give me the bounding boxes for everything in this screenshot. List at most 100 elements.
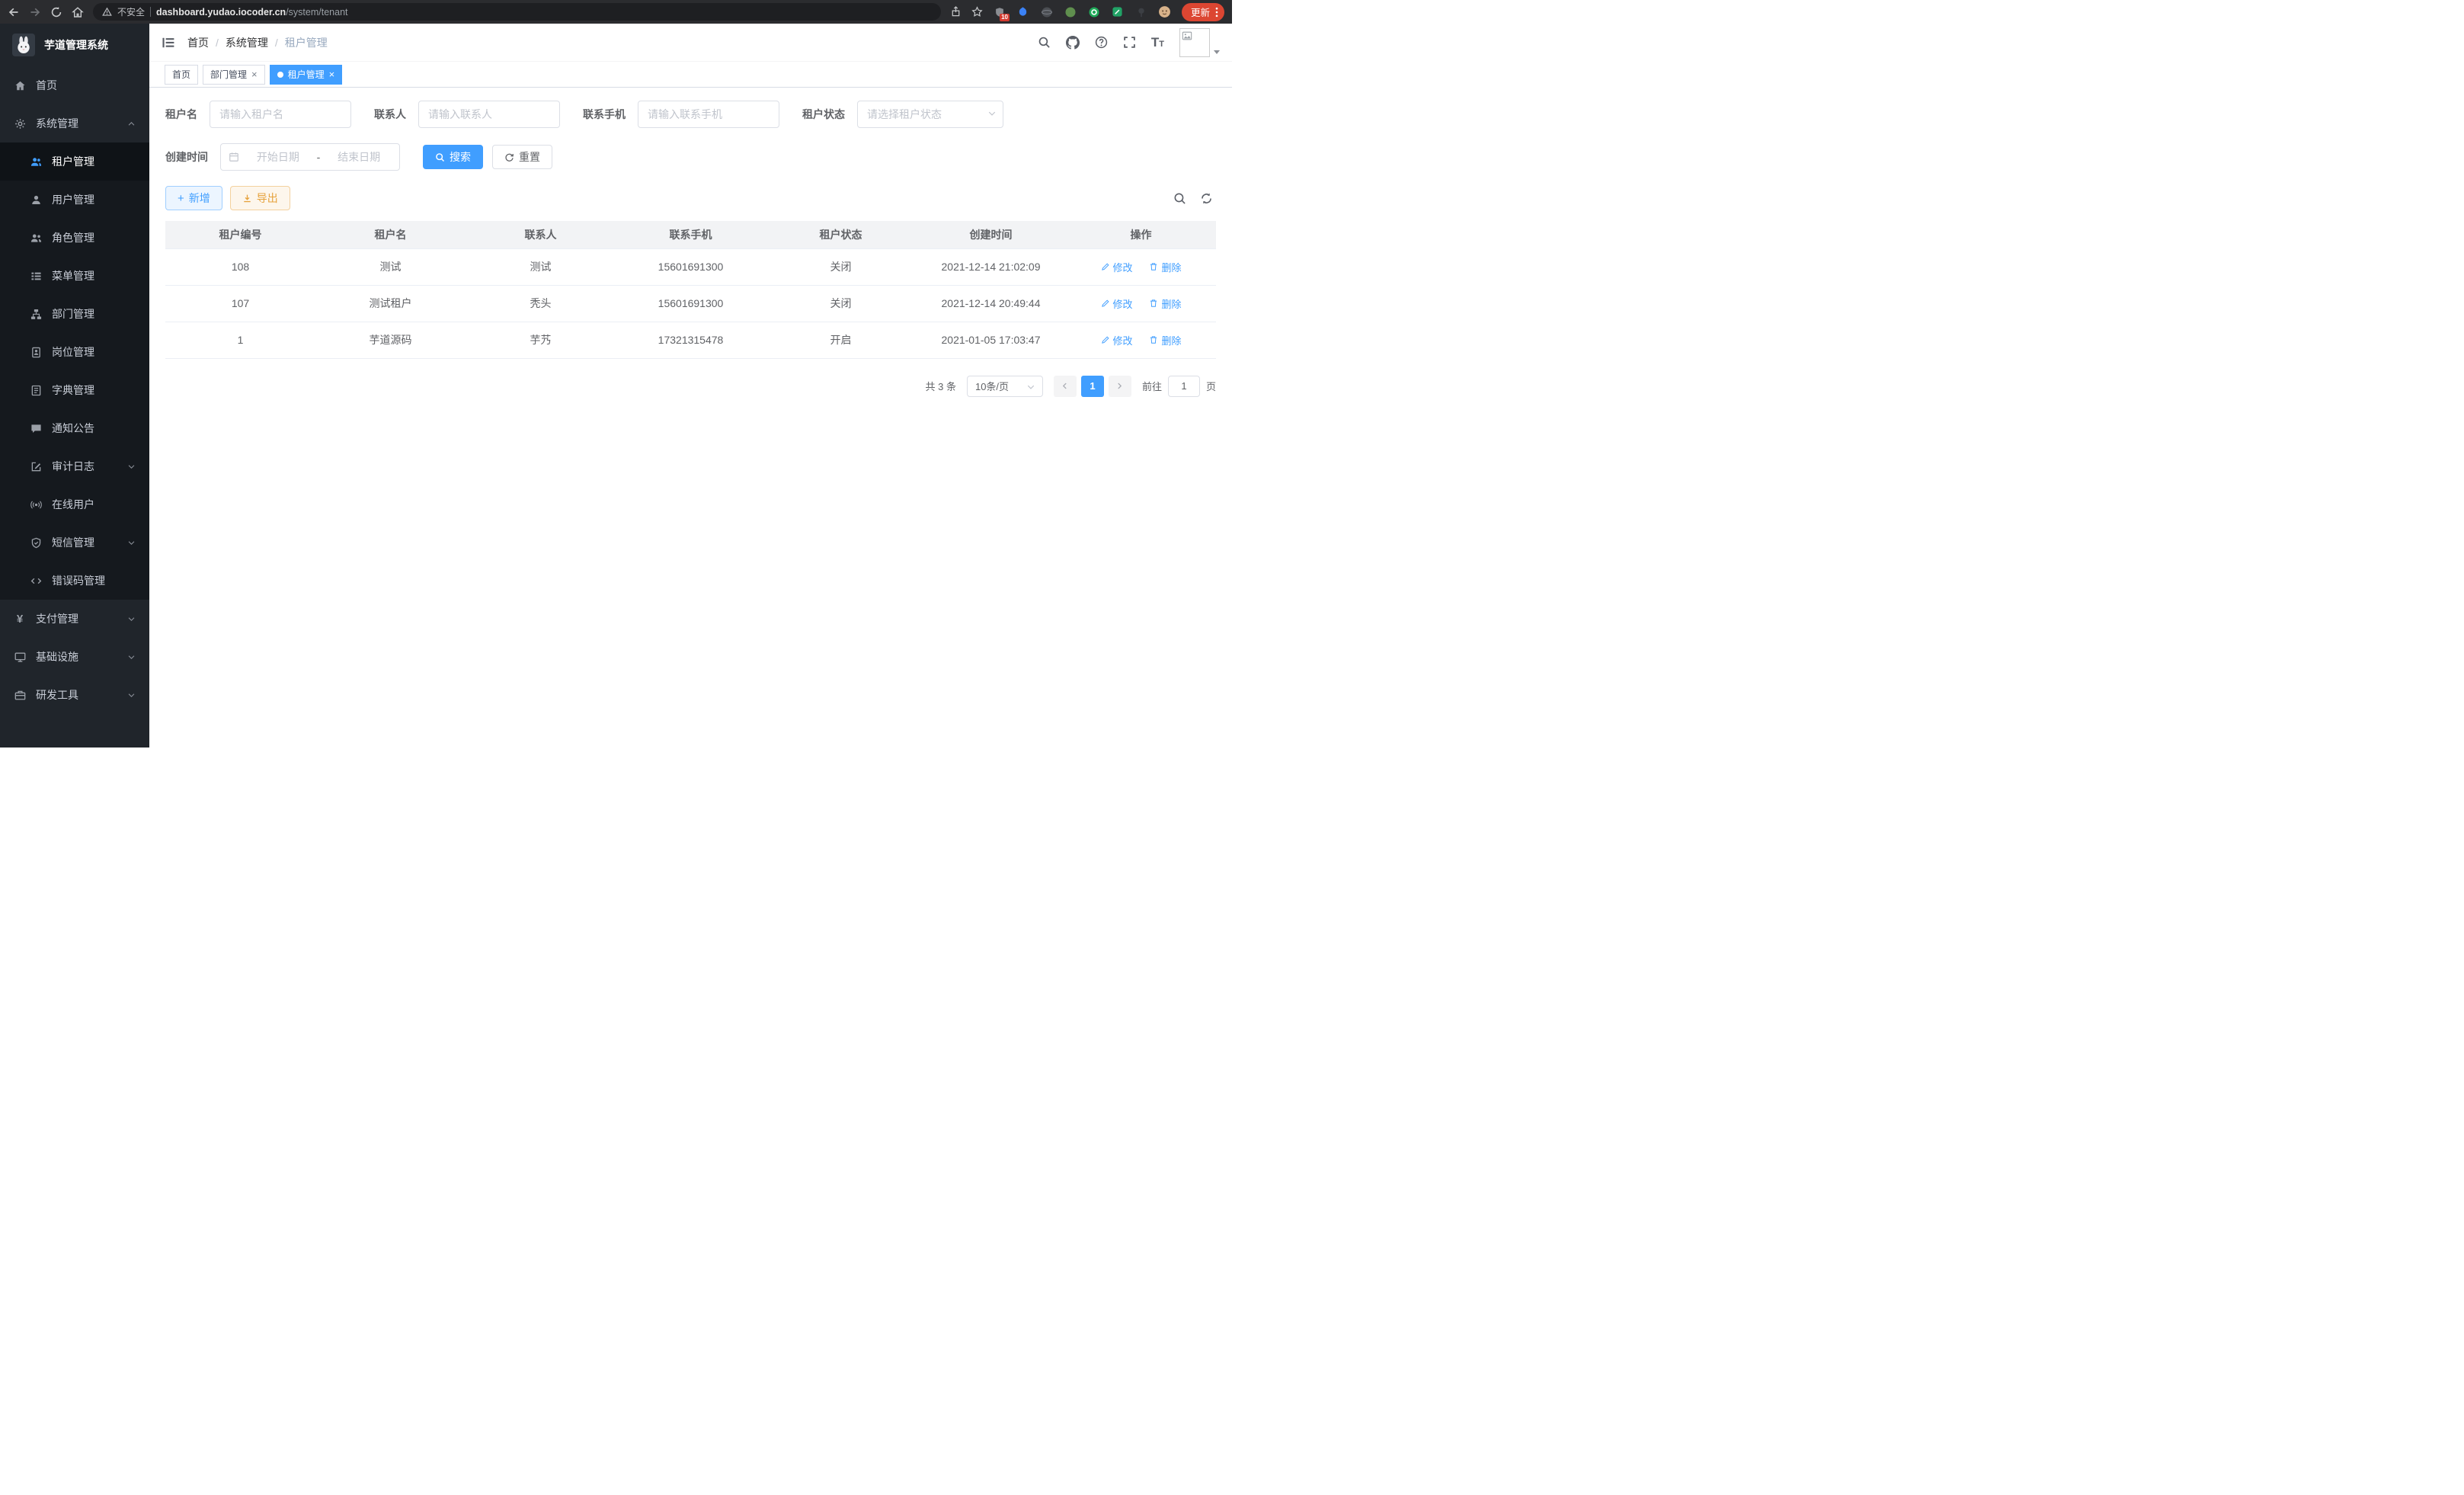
navbar-actions: TT xyxy=(1038,28,1232,57)
shield-icon xyxy=(30,537,42,549)
sidebar-item-dept[interactable]: 部门管理 xyxy=(0,295,149,333)
breadcrumb-home[interactable]: 首页 xyxy=(187,35,209,50)
filter-contact: 联系人 xyxy=(374,101,560,128)
export-button[interactable]: 导出 xyxy=(230,186,290,210)
sidebar-item-system[interactable]: 系统管理 xyxy=(0,104,149,142)
search-icon[interactable] xyxy=(1038,36,1051,49)
bookmark-star-icon[interactable] xyxy=(971,6,983,18)
prev-page-button[interactable] xyxy=(1054,376,1077,397)
page-size-select[interactable]: 10条/页 xyxy=(967,376,1043,397)
home-button-icon[interactable] xyxy=(72,6,84,18)
filter-row-1: 租户名 联系人 联系手机 租户状态 xyxy=(165,101,1216,128)
extension-green-square-icon[interactable] xyxy=(1111,5,1125,19)
status-label: 租户状态 xyxy=(802,107,845,122)
add-button[interactable]: + 新增 xyxy=(165,186,222,210)
sidebar-item-dev-tools[interactable]: 研发工具 xyxy=(0,676,149,714)
github-icon[interactable] xyxy=(1066,36,1080,50)
delete-link[interactable]: 删除 xyxy=(1149,296,1181,311)
sidebar-item-payment[interactable]: ¥ 支付管理 xyxy=(0,600,149,638)
search-button[interactable]: 搜索 xyxy=(423,145,483,169)
sidebar-item-user[interactable]: 用户管理 xyxy=(0,181,149,219)
back-icon[interactable] xyxy=(8,6,20,18)
date-separator: - xyxy=(317,151,321,163)
warning-icon xyxy=(102,7,112,17)
sidebar-item-post[interactable]: 岗位管理 xyxy=(0,333,149,371)
extension-blue-icon[interactable] xyxy=(1016,5,1030,19)
sidebar-item-online-user[interactable]: 在线用户 xyxy=(0,485,149,523)
extension-green-circle-icon[interactable] xyxy=(1064,5,1077,19)
filter-tenant-name: 租户名 xyxy=(165,101,351,128)
calendar-icon xyxy=(229,152,239,162)
url-bar[interactable]: 不安全 dashboard.yudao.iocoder.cn/system/te… xyxy=(93,3,941,21)
close-icon[interactable]: × xyxy=(329,69,335,79)
user-avatar[interactable] xyxy=(1179,28,1220,57)
top-navbar: 首页 / 系统管理 / 租户管理 TT xyxy=(149,24,1232,62)
help-icon[interactable] xyxy=(1095,36,1108,49)
sidebar-item-menu[interactable]: 菜单管理 xyxy=(0,257,149,295)
roles-icon xyxy=(30,232,42,244)
cell-ops: 修改 删除 xyxy=(1066,248,1216,285)
filter-create-time: 创建时间 开始日期 - 结束日期 xyxy=(165,143,400,171)
sidebar-item-tenant[interactable]: 租户管理 xyxy=(0,142,149,181)
share-icon[interactable] xyxy=(950,6,962,18)
tenant-name-input[interactable] xyxy=(210,101,351,128)
delete-link[interactable]: 删除 xyxy=(1149,260,1181,274)
status-select[interactable] xyxy=(857,101,1003,128)
total-count: 共 3 条 xyxy=(926,379,956,393)
extension-pin-icon[interactable] xyxy=(1134,5,1148,19)
sidebar-item-error-code[interactable]: 错误码管理 xyxy=(0,562,149,600)
extension-adblock-icon[interactable]: 10 xyxy=(993,5,1006,19)
profile-avatar-icon[interactable] xyxy=(1158,5,1172,19)
page-number-button[interactable]: 1 xyxy=(1081,376,1104,397)
sidebar-item-dict[interactable]: 字典管理 xyxy=(0,371,149,409)
message-icon xyxy=(30,423,42,434)
app-logo[interactable]: 芋道管理系统 xyxy=(0,24,149,66)
col-tenant-id: 租户编号 xyxy=(165,221,315,248)
tenant-table: 租户编号 租户名 联系人 联系手机 租户状态 创建时间 操作 108 测试 测试 xyxy=(165,221,1216,359)
reset-button[interactable]: 重置 xyxy=(492,145,552,169)
phone-input[interactable] xyxy=(638,101,779,128)
date-end-placeholder: 结束日期 xyxy=(326,149,392,165)
edit-link[interactable]: 修改 xyxy=(1101,296,1133,311)
sidebar-item-home[interactable]: 首页 xyxy=(0,66,149,104)
breadcrumb-separator: / xyxy=(216,37,219,49)
font-size-icon[interactable]: TT xyxy=(1151,36,1164,49)
sidebar-item-sms[interactable]: 短信管理 xyxy=(0,523,149,562)
date-range-picker[interactable]: 开始日期 - 结束日期 xyxy=(220,143,400,171)
browser-chrome: 不安全 dashboard.yudao.iocoder.cn/system/te… xyxy=(0,0,1232,24)
contact-input[interactable] xyxy=(418,101,560,128)
hamburger-icon[interactable] xyxy=(149,36,187,50)
cell-id: 1 xyxy=(165,322,315,358)
table-tools xyxy=(1173,192,1216,205)
next-page-button[interactable] xyxy=(1109,376,1131,397)
close-icon[interactable]: × xyxy=(251,69,258,79)
delete-link[interactable]: 删除 xyxy=(1149,333,1181,347)
forward-icon[interactable] xyxy=(29,6,41,18)
date-start-placeholder: 开始日期 xyxy=(245,149,311,165)
edit-link[interactable]: 修改 xyxy=(1101,260,1133,274)
sidebar-item-audit-log[interactable]: 审计日志 xyxy=(0,447,149,485)
edit-icon xyxy=(1101,262,1110,271)
tab-dept[interactable]: 部门管理 × xyxy=(203,65,265,85)
extension-globe-icon[interactable] xyxy=(1040,5,1054,19)
chevron-up-icon xyxy=(127,120,136,128)
goto-page-input[interactable] xyxy=(1168,376,1200,397)
toggle-search-icon[interactable] xyxy=(1173,192,1186,205)
book-icon xyxy=(30,385,42,396)
breadcrumb-current: 租户管理 xyxy=(285,35,328,50)
reload-icon[interactable] xyxy=(50,6,62,18)
edit-link[interactable]: 修改 xyxy=(1101,333,1133,347)
refresh-icon xyxy=(504,152,514,162)
tab-home[interactable]: 首页 xyxy=(165,65,198,85)
tab-tenant[interactable]: 租户管理 × xyxy=(270,65,343,85)
cell-id: 107 xyxy=(165,285,315,322)
refresh-icon[interactable] xyxy=(1200,192,1213,205)
breadcrumb-system[interactable]: 系统管理 xyxy=(226,35,268,50)
sidebar-item-notice[interactable]: 通知公告 xyxy=(0,409,149,447)
trash-icon xyxy=(1149,299,1158,308)
extension-green-ring-icon[interactable] xyxy=(1087,5,1101,19)
sidebar-item-infra[interactable]: 基础设施 xyxy=(0,638,149,676)
fullscreen-icon[interactable] xyxy=(1123,36,1136,49)
chrome-update-button[interactable]: 更新 xyxy=(1182,3,1224,21)
sidebar-item-role[interactable]: 角色管理 xyxy=(0,219,149,257)
